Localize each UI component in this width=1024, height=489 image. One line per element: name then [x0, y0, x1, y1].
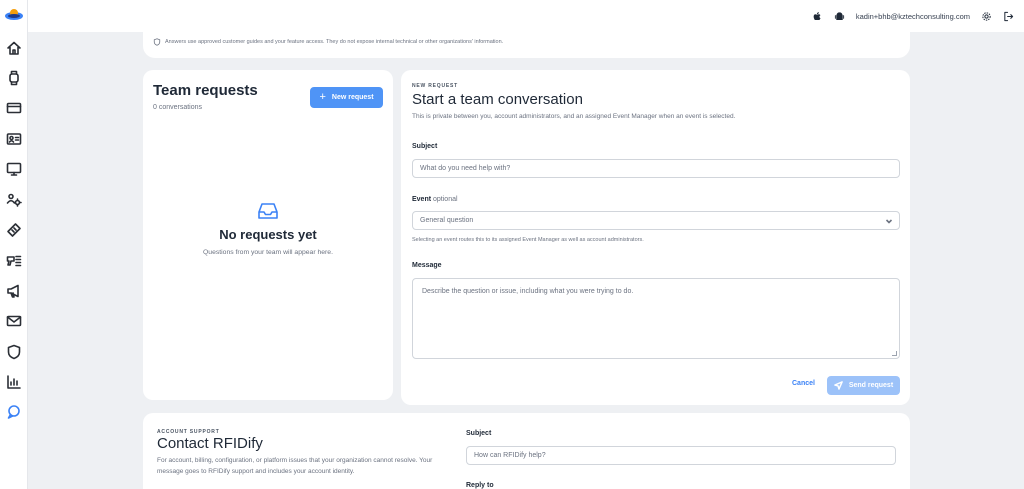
new-request-card: NEW REQUEST Start a team conversation Th… [401, 70, 910, 405]
bar-chart-icon[interactable] [4, 372, 24, 392]
contact-subject-label: Subject [466, 430, 492, 437]
team-requests-title: Team requests [153, 82, 258, 99]
gear-icon[interactable] [980, 10, 992, 22]
privacy-notice: Answers use approved customer guides and… [153, 38, 503, 46]
event-optional-text: optional [433, 196, 458, 203]
new-request-description: This is private between you, account adm… [412, 113, 736, 120]
message-label: Message [412, 262, 442, 269]
event-select-value: General question [420, 217, 474, 224]
monitor-icon[interactable] [4, 159, 24, 179]
shield-icon [153, 38, 161, 46]
empty-state-title: No requests yet [219, 227, 317, 242]
logout-icon[interactable] [1002, 10, 1014, 22]
contact-description: For account, billing, configuration, or … [157, 457, 433, 475]
wristband-icon[interactable] [4, 68, 24, 88]
event-select[interactable]: General question [412, 211, 900, 230]
plus-icon: + [319, 91, 326, 103]
message-textarea[interactable]: Describe the question or issue, includin… [412, 278, 900, 359]
resize-handle-icon[interactable] [892, 351, 897, 356]
cancel-button[interactable]: Cancel [792, 380, 815, 387]
assistant-card: Answers use approved customer guides and… [143, 20, 910, 58]
contact-subject-input[interactable]: How can RFIDify help? [466, 446, 896, 465]
shield-icon[interactable] [4, 342, 24, 362]
new-request-label: New request [331, 94, 374, 101]
subject-input[interactable]: What do you need help with? [412, 159, 900, 178]
message-placeholder: Describe the question or issue, includin… [422, 288, 634, 295]
payment-card-icon[interactable] [4, 98, 24, 118]
contact-title: Contact RFIDify [157, 435, 263, 452]
mail-icon[interactable] [4, 311, 24, 331]
chevron-down-icon [885, 217, 893, 225]
send-icon [833, 381, 843, 390]
event-label-text: Event [412, 196, 432, 203]
support-chat-icon[interactable] [4, 402, 24, 422]
home-icon[interactable] [4, 38, 24, 58]
event-help-text: Selecting an event routes this to its as… [412, 237, 644, 243]
ticket-icon[interactable] [4, 220, 24, 240]
reply-to-label: Reply to [466, 482, 494, 489]
notice-text: Answers use approved customer guides and… [165, 39, 504, 45]
new-request-eyebrow: NEW REQUEST [412, 83, 459, 89]
megaphone-icon[interactable] [4, 281, 24, 301]
team-requests-card: Team requests 0 conversations + New requ… [143, 70, 393, 400]
new-request-title: Start a team conversation [412, 91, 583, 108]
app-logo-icon[interactable] [3, 6, 25, 24]
event-label: Event optional [412, 196, 458, 203]
inbox-icon [257, 201, 279, 221]
id-card-icon[interactable] [4, 129, 24, 149]
new-request-button[interactable]: + New request [310, 87, 383, 108]
scanner-icon[interactable] [4, 251, 24, 271]
send-request-button[interactable]: Send request [827, 376, 900, 395]
subject-label: Subject [412, 143, 438, 150]
empty-state-subtitle: Questions from your team will appear her… [203, 249, 333, 256]
account-support-card: ACCOUNT SUPPORT Contact RFIDify For acco… [143, 413, 910, 489]
sidebar [0, 0, 28, 489]
send-request-label: Send request [848, 382, 894, 389]
conversation-count: 0 conversations [153, 104, 203, 111]
users-settings-icon[interactable] [4, 190, 24, 210]
